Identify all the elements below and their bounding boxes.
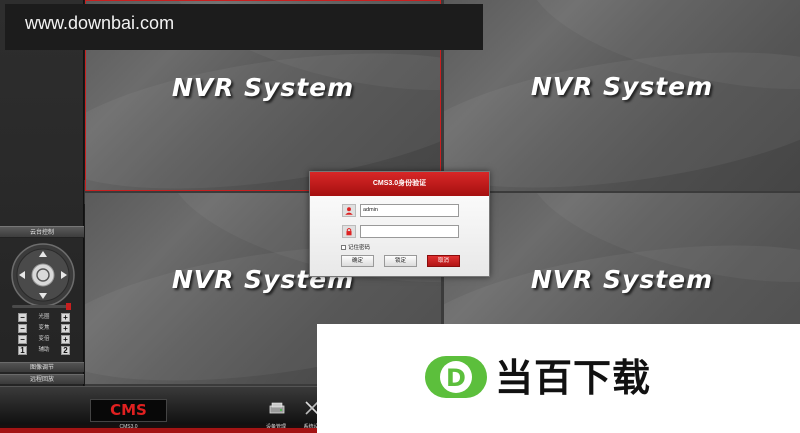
left-control-panel: 云台控制 − 光圈 + − 变焦 + − 变倍 + 1 辅助 2 图像调节 远程… (0, 0, 84, 388)
remember-password[interactable]: 记住密码 (341, 244, 370, 252)
user-icon (342, 204, 356, 217)
brand-logo-icon: D (425, 356, 487, 398)
channel-title: NVR System (530, 72, 714, 101)
focus-label: 变倍 (38, 336, 50, 342)
dialog-body: admin 记住密码 确定 锁定 取消 (310, 196, 489, 276)
username-input[interactable]: admin (360, 204, 459, 217)
cancel-button[interactable]: 取消 (427, 255, 460, 267)
ptz-row-iris: − 光圈 + (18, 313, 70, 322)
brand-overlay: D 当百下载 (317, 324, 800, 433)
video-channel-2[interactable]: NVR System (444, 0, 800, 191)
aux-label: 辅助 (38, 347, 50, 353)
iris-label: 光圈 (38, 314, 50, 320)
dialog-title: CMS3.0身份验证 (310, 172, 489, 196)
lock-icon (342, 225, 356, 238)
focus-minus-button[interactable]: − (18, 335, 27, 344)
brand-name: 当百下载 (495, 356, 652, 400)
ptz-direction-pad-icon[interactable] (11, 243, 75, 307)
cms-logo: CMS (90, 399, 167, 422)
ptz-row-focus: − 变倍 + (18, 335, 70, 344)
zoom-label: 变焦 (38, 325, 50, 331)
site-watermark: www.downbai.com (5, 4, 483, 50)
lock-button[interactable]: 锁定 (384, 255, 417, 267)
channel-title: NVR System (530, 265, 714, 294)
confirm-button[interactable]: 确定 (341, 255, 374, 267)
aux-2-button[interactable]: 2 (61, 346, 70, 355)
focus-plus-button[interactable]: + (61, 335, 70, 344)
channel-title: NVR System (171, 73, 355, 102)
iris-minus-button[interactable]: − (18, 313, 27, 322)
ptz-header[interactable]: 云台控制 (0, 226, 84, 238)
image-adjust-section[interactable]: 图像调节 (0, 362, 84, 372)
ptz-speed-handle[interactable] (66, 303, 71, 310)
iris-plus-button[interactable]: + (61, 313, 70, 322)
remember-checkbox[interactable] (341, 245, 346, 251)
aux-1-button[interactable]: 1 (18, 346, 27, 355)
device-manage-icon (269, 402, 285, 414)
ptz-speed-slider[interactable] (12, 303, 71, 310)
ptz-row-zoom: − 变焦 + (18, 324, 70, 333)
device-manage-button[interactable]: 设备管理 (262, 401, 290, 430)
password-input[interactable] (360, 225, 459, 238)
brand-logo-letter: D (446, 364, 466, 392)
login-dialog: CMS3.0身份验证 admin 记住密码 确定 锁定 取消 (309, 171, 490, 277)
remember-label: 记住密码 (348, 245, 371, 251)
remote-playback-section[interactable]: 远程回放 (0, 374, 84, 384)
zoom-plus-button[interactable]: + (61, 324, 70, 333)
zoom-minus-button[interactable]: − (18, 324, 27, 333)
ptz-row-aux: 1 辅助 2 (18, 346, 70, 355)
